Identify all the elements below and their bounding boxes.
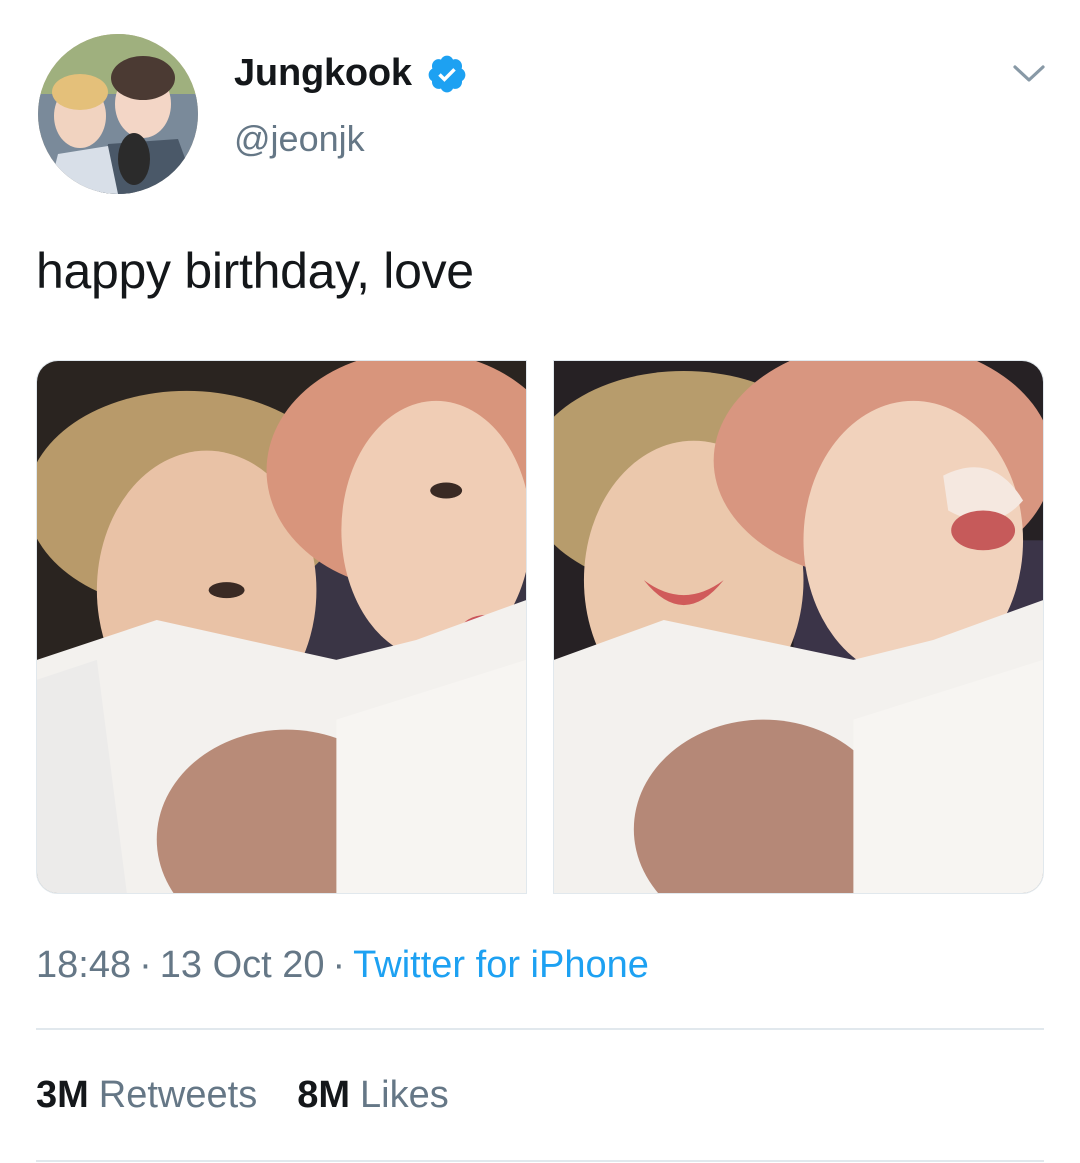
tweet-photo-2[interactable] — [553, 360, 1044, 894]
tweet-text: happy birthday, love — [36, 243, 474, 299]
retweets-count: 3M — [36, 1074, 89, 1116]
verified-badge-icon — [426, 53, 468, 95]
selfie-photo-icon — [554, 361, 1043, 893]
likes-stat[interactable]: 8M Likes — [297, 1074, 449, 1117]
selfie-photo-icon — [37, 361, 526, 893]
tweet-photo-1[interactable] — [36, 360, 527, 894]
tweet-time[interactable]: 18:48 — [36, 944, 131, 986]
divider — [36, 1028, 1044, 1030]
user-handle[interactable]: @jeonjk — [234, 118, 365, 160]
divider — [36, 1160, 1044, 1162]
retweets-stat[interactable]: 3M Retweets — [36, 1074, 257, 1117]
avatar[interactable] — [38, 34, 198, 194]
media-grid — [36, 360, 1044, 894]
tweet-stats: 3M Retweets 8M Likes — [36, 1074, 449, 1117]
meta-separator: · — [139, 944, 152, 986]
tweet-date[interactable]: 13 Oct 20 — [160, 944, 325, 986]
chevron-down-icon[interactable] — [1012, 62, 1046, 86]
display-name[interactable]: Jungkook — [234, 52, 412, 95]
avatar-photo-icon — [38, 34, 198, 194]
likes-label: Likes — [360, 1074, 449, 1116]
tweet-source-link[interactable]: Twitter for iPhone — [353, 944, 649, 986]
retweets-label: Retweets — [98, 1074, 258, 1116]
name-row: Jungkook — [234, 52, 468, 95]
tweet-meta: 18:48 · 13 Oct 20 · Twitter for iPhone — [36, 944, 649, 987]
meta-separator: · — [332, 944, 346, 986]
likes-count: 8M — [297, 1074, 350, 1116]
tweet-card: Jungkook @jeonjk happy birthday, love 18… — [0, 0, 1080, 1163]
